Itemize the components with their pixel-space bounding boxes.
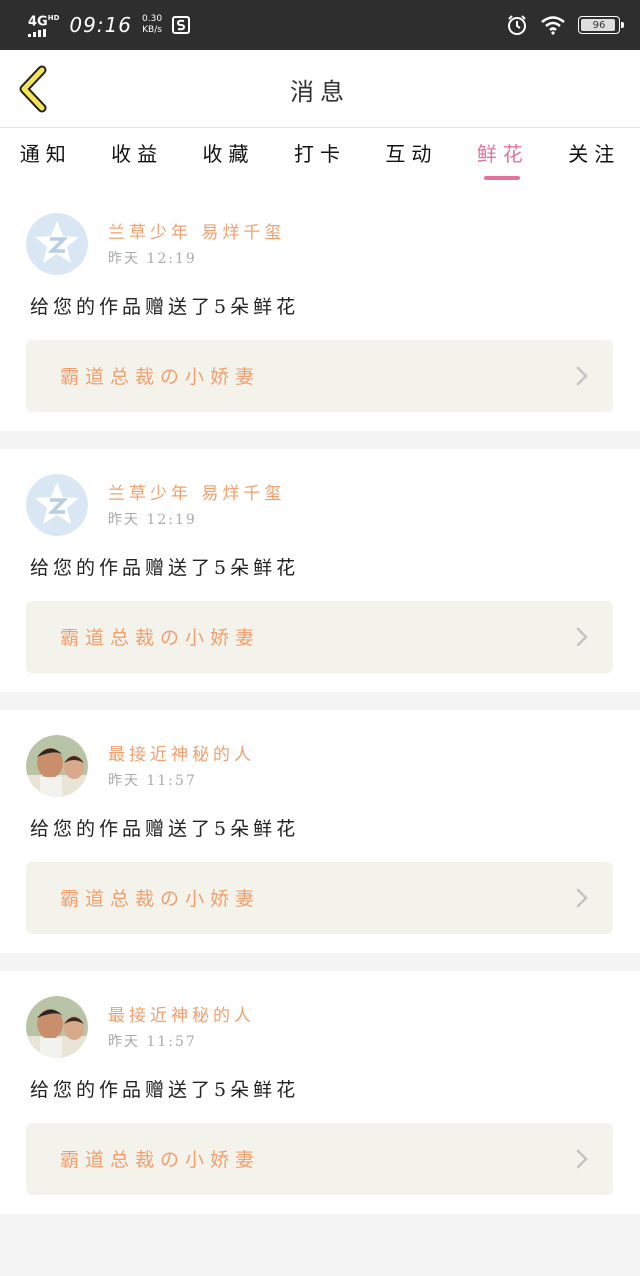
list-item[interactable]: 最接近神秘的人 昨天 11:57 给您的作品赠送了5朵鲜花 霸道总裁の小娇妻 — [0, 971, 640, 1214]
message-text: 给您的作品赠送了5朵鲜花 — [30, 1079, 300, 1101]
chevron-right-icon — [576, 366, 588, 386]
work-link[interactable]: 霸道总裁の小娇妻 — [26, 340, 613, 412]
network-speed: 0.30 KB/s — [142, 14, 162, 36]
work-link[interactable]: 霸道总裁の小娇妻 — [26, 1123, 613, 1195]
message-time: 昨天 11:57 — [108, 1034, 197, 1050]
tab-favorites[interactable]: 收藏 — [183, 128, 274, 188]
wifi-icon — [541, 16, 565, 35]
sender-name[interactable]: 兰草少年 易烊千玺 — [108, 218, 285, 243]
qq-default-avatar[interactable] — [26, 474, 88, 536]
signal-icon: 4GHD — [28, 13, 60, 38]
work-title: 霸道总裁の小娇妻 — [60, 1149, 261, 1171]
message-time: 昨天 12:19 — [108, 251, 197, 267]
network-type: 4G — [28, 14, 48, 30]
tab-flowers[interactable]: 鲜花 — [457, 128, 548, 188]
status-bar: 4GHD 09:16 0.30 KB/s 96 — [0, 0, 640, 50]
clock: 09:16 — [69, 12, 133, 37]
message-list: 兰草少年 易烊千玺 昨天 12:19 给您的作品赠送了5朵鲜花 霸道总裁の小娇妻… — [0, 188, 640, 1232]
work-title: 霸道总裁の小娇妻 — [60, 627, 261, 649]
work-title: 霸道总裁の小娇妻 — [60, 366, 261, 388]
battery-icon: 96 — [578, 16, 624, 34]
work-link[interactable]: 霸道总裁の小娇妻 — [26, 601, 613, 673]
app-notification-icon — [172, 15, 191, 34]
sender-name[interactable]: 兰草少年 易烊千玺 — [108, 479, 285, 504]
app-header: 消息 — [0, 50, 640, 128]
tab-bar: 通知 收益 收藏 打卡 互动 鲜花 关注 — [0, 128, 640, 188]
tab-earnings[interactable]: 收益 — [91, 128, 182, 188]
speed-unit: KB/s — [142, 24, 162, 35]
page-title: 消息 — [290, 78, 350, 106]
alarm-icon — [508, 15, 526, 35]
speed-value: 0.30 — [142, 13, 163, 24]
list-item[interactable]: 最接近神秘的人 昨天 11:57 给您的作品赠送了5朵鲜花 霸道总裁の小娇妻 — [0, 710, 640, 953]
tab-checkin[interactable]: 打卡 — [274, 128, 365, 188]
photo-avatar[interactable] — [26, 996, 88, 1058]
message-time: 昨天 12:19 — [108, 512, 197, 528]
work-link[interactable]: 霸道总裁の小娇妻 — [26, 862, 613, 934]
photo-avatar[interactable] — [26, 735, 88, 797]
sender-name[interactable]: 最接近神秘的人 — [108, 740, 255, 765]
list-item[interactable]: 兰草少年 易烊千玺 昨天 12:19 给您的作品赠送了5朵鲜花 霸道总裁の小娇妻 — [0, 188, 640, 431]
sender-name[interactable]: 最接近神秘的人 — [108, 1001, 255, 1026]
qq-default-avatar[interactable] — [26, 213, 88, 275]
battery-level: 96 — [592, 19, 606, 31]
network-sup: HD — [47, 13, 60, 22]
list-item[interactable]: 兰草少年 易烊千玺 昨天 12:19 给您的作品赠送了5朵鲜花 霸道总裁の小娇妻 — [0, 449, 640, 692]
message-text: 给您的作品赠送了5朵鲜花 — [30, 818, 300, 840]
tab-follows[interactable]: 关注 — [549, 128, 640, 188]
message-text: 给您的作品赠送了5朵鲜花 — [30, 557, 300, 579]
chevron-right-icon — [576, 627, 588, 647]
message-text: 给您的作品赠送了5朵鲜花 — [30, 296, 300, 318]
chevron-right-icon — [576, 888, 588, 908]
work-title: 霸道总裁の小娇妻 — [60, 888, 261, 910]
chevron-right-icon — [576, 1149, 588, 1169]
message-time: 昨天 11:57 — [108, 773, 197, 789]
tab-interactions[interactable]: 互动 — [366, 128, 457, 188]
tab-notifications[interactable]: 通知 — [0, 128, 91, 188]
